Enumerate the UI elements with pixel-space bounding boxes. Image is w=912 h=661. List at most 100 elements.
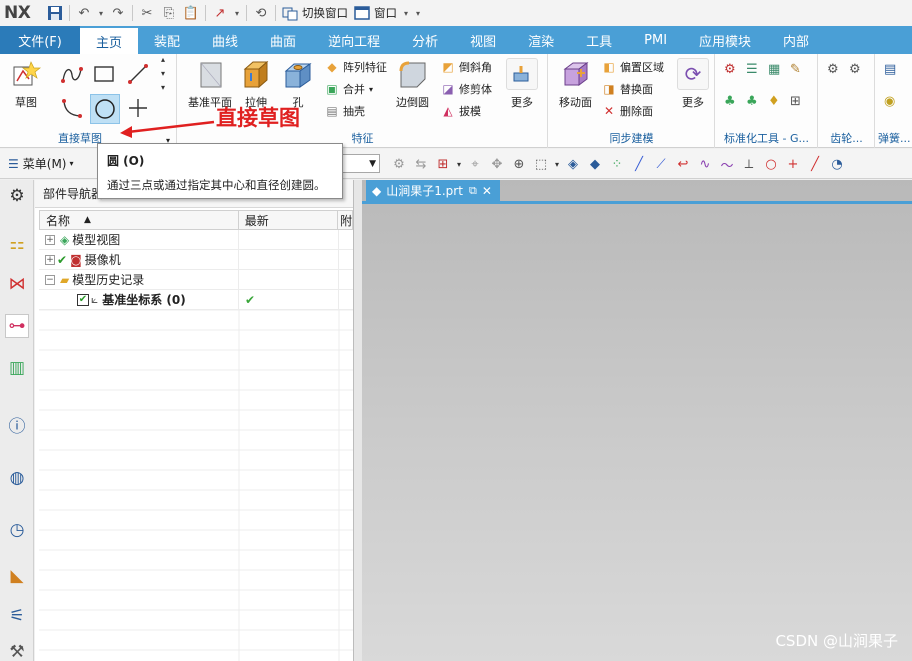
rectangle-icon[interactable] bbox=[90, 60, 118, 88]
unite-button[interactable]: ▣ 合并 ▾ bbox=[324, 81, 373, 97]
tab-surface[interactable]: 曲面 bbox=[254, 26, 312, 54]
offset-region-button[interactable]: ◧ 偏置区域 bbox=[601, 59, 664, 75]
repeat-command-icon[interactable]: ⟲ bbox=[252, 4, 270, 22]
assembly-navigator-icon[interactable]: ⚏ bbox=[5, 232, 29, 256]
edge-filter-icon[interactable]: ⟋ bbox=[650, 153, 672, 175]
column-latest-header[interactable]: 最新 bbox=[239, 211, 339, 229]
move-face-button[interactable]: 移动面 bbox=[559, 58, 592, 110]
document-tab[interactable]: ◆ 山涧果子1.prt ⧉ ✕ bbox=[366, 180, 500, 201]
tab-curve[interactable]: 曲线 bbox=[196, 26, 254, 54]
tree-row-model-history[interactable]: − ▰ 模型历史记录 bbox=[39, 270, 353, 290]
more-sync-button[interactable]: ⟳ 更多 bbox=[677, 58, 709, 110]
expand-icon[interactable]: + bbox=[45, 234, 55, 245]
process-studio-icon[interactable]: ⚟ bbox=[5, 604, 29, 628]
spring-tool-1[interactable]: ▤ bbox=[884, 62, 896, 77]
line-icon[interactable] bbox=[124, 60, 152, 88]
tab-tools[interactable]: 工具 bbox=[570, 26, 628, 54]
draft-button[interactable]: ◭ 拔模 bbox=[440, 103, 481, 119]
dropdown-icon[interactable]: ▾ bbox=[233, 4, 241, 22]
snap-icon-1[interactable]: ⚙ bbox=[388, 153, 410, 175]
crosshair-icon[interactable]: + bbox=[782, 153, 804, 175]
tree-row-camera[interactable]: + ✔ ◙ 摄像机 bbox=[39, 250, 353, 270]
tab-home[interactable]: 主页 bbox=[80, 26, 139, 54]
tab-application[interactable]: 应用模块 bbox=[683, 26, 767, 54]
standard-tool-8[interactable]: ⊞ bbox=[790, 94, 801, 109]
reuse-library-icon[interactable]: ▥ bbox=[5, 356, 29, 380]
cut-icon[interactable]: ✂ bbox=[138, 4, 156, 22]
shell-button[interactable]: ▤ 抽壳 bbox=[324, 103, 365, 119]
delete-face-button[interactable]: ✕ 删除面 bbox=[601, 103, 653, 119]
replace-face-button[interactable]: ◨ 替换面 bbox=[601, 81, 653, 97]
standard-tool-1[interactable]: ⚙ bbox=[724, 62, 736, 77]
tab-analysis[interactable]: 分析 bbox=[396, 26, 454, 54]
column-name-header[interactable]: 名称 ▲ bbox=[40, 211, 239, 229]
standard-tool-7[interactable]: ♦ bbox=[768, 94, 780, 109]
gear-tool-1[interactable]: ⚙ bbox=[827, 62, 839, 77]
snap-icon-5[interactable]: ✥ bbox=[486, 153, 508, 175]
float-tab-icon[interactable]: ⧉ bbox=[469, 184, 477, 198]
more-features-button[interactable]: 更多 bbox=[506, 58, 538, 110]
circle-center-icon[interactable]: ○ bbox=[760, 153, 782, 175]
tab-view[interactable]: 视图 bbox=[454, 26, 512, 54]
snap-icon-3[interactable]: ⊞ bbox=[432, 153, 454, 175]
tab-file[interactable]: 文件(F) bbox=[0, 26, 80, 54]
snap-icon-2[interactable]: ⇆ bbox=[410, 153, 432, 175]
window-dropdown-icon[interactable]: ▾ bbox=[402, 4, 410, 22]
body-filter-icon[interactable]: ◈ bbox=[562, 153, 584, 175]
hd3d-tools-icon[interactable]: ⓘ bbox=[5, 412, 29, 437]
wave-icon[interactable]: 〜 bbox=[716, 153, 738, 175]
web-browser-icon[interactable]: ◍ bbox=[5, 466, 29, 490]
tree-row-model-views[interactable]: + ◈ 模型视图 bbox=[39, 230, 353, 250]
undo-icon[interactable]: ↶ bbox=[75, 4, 93, 22]
pattern-feature-button[interactable]: ◆ 阵列特征 bbox=[324, 59, 387, 75]
constraint-navigator-icon[interactable]: ⋈ bbox=[5, 272, 29, 296]
close-tab-icon[interactable]: ✕ bbox=[482, 184, 492, 198]
paste-icon[interactable]: 📋 bbox=[182, 4, 200, 22]
tab-internal[interactable]: 内部 bbox=[767, 26, 825, 54]
standard-tool-3[interactable]: ▦ bbox=[768, 62, 780, 77]
history-icon[interactable]: ◷ bbox=[5, 518, 29, 542]
select-dropdown-icon[interactable]: ▾ bbox=[552, 153, 562, 175]
profile-icon[interactable] bbox=[58, 60, 86, 88]
menu-button[interactable]: ☰ 菜单(M) ▾ bbox=[8, 155, 74, 172]
tab-reverse-engineering[interactable]: 逆向工程 bbox=[312, 26, 396, 54]
more-snap-icon[interactable]: ◔ bbox=[826, 153, 848, 175]
edge-blend-button[interactable]: 边倒圆 bbox=[396, 58, 429, 110]
copy-icon[interactable]: ⎘ bbox=[160, 4, 178, 22]
settings-gear-icon[interactable]: ⚙ bbox=[5, 184, 29, 208]
standard-tool-5[interactable]: ♣ bbox=[724, 94, 736, 109]
customize-icon[interactable]: ▾ bbox=[414, 4, 422, 22]
part-navigator-icon[interactable]: ⊶ bbox=[5, 314, 29, 338]
window-label[interactable]: 窗口 bbox=[374, 5, 397, 21]
arc-icon[interactable] bbox=[58, 94, 86, 122]
tab-assembly[interactable]: 装配 bbox=[138, 26, 196, 54]
touch-mode-icon[interactable]: ↗ bbox=[211, 4, 229, 22]
spline-icon[interactable]: ∿ bbox=[694, 153, 716, 175]
tab-render[interactable]: 渲染 bbox=[512, 26, 570, 54]
chamfer-button[interactable]: ◩ 倒斜角 bbox=[440, 59, 492, 75]
expand-icon[interactable]: + bbox=[45, 254, 55, 265]
panel-splitter[interactable] bbox=[354, 180, 362, 661]
system-materials-icon[interactable]: ◣ bbox=[5, 564, 29, 588]
collapse-icon[interactable]: − bbox=[45, 274, 55, 285]
select-box-icon[interactable]: ⬚ bbox=[530, 153, 552, 175]
standard-tool-4[interactable]: ✎ bbox=[790, 62, 801, 77]
roles-icon[interactable]: ⚒ bbox=[5, 640, 29, 661]
snap-dropdown-icon[interactable]: ▾ bbox=[454, 153, 464, 175]
snap-icon-6[interactable]: ⊕ bbox=[508, 153, 530, 175]
trim-body-button[interactable]: ◪ 修剪体 bbox=[440, 81, 492, 97]
redo-icon[interactable]: ↷ bbox=[109, 4, 127, 22]
face-filter-icon[interactable]: ◆ bbox=[584, 153, 606, 175]
column-attach-header[interactable]: 附 bbox=[338, 211, 352, 229]
unite-dropdown-icon[interactable]: ▾ bbox=[369, 85, 373, 94]
save-icon[interactable] bbox=[46, 4, 64, 22]
tree-row-datum-csys[interactable]: ✔ ⟀ 基准坐标系 (0) ✔ bbox=[39, 290, 353, 310]
switch-window-label[interactable]: 切换窗口 bbox=[302, 5, 348, 21]
spring-tool-2[interactable]: ◉ bbox=[884, 94, 895, 109]
point-filter-icon[interactable]: ⁘ bbox=[606, 153, 628, 175]
curve-filter-icon[interactable]: ╱ bbox=[628, 153, 650, 175]
sketch-button[interactable]: 草图 bbox=[10, 58, 42, 110]
snap-icon-4[interactable]: ⌖ bbox=[464, 153, 486, 175]
gear-tool-2[interactable]: ⚙ bbox=[849, 62, 861, 77]
switch-window-icon[interactable] bbox=[281, 4, 299, 22]
